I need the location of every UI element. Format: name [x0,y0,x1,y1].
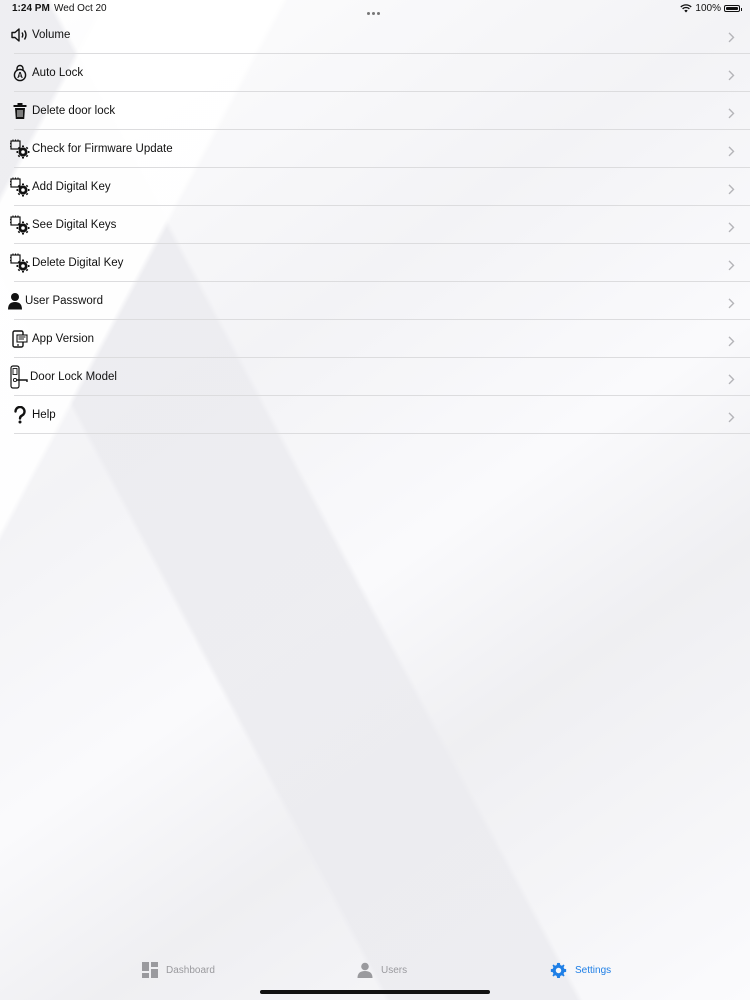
chevron-right-icon [728,184,735,195]
tab-label: Users [381,964,408,976]
settings-item-label: Auto Lock [32,67,84,79]
settings-item-label: Check for Firmware Update [32,143,173,155]
chevron-right-icon [728,222,735,233]
battery-icon [724,5,742,12]
settings-item-label: Volume [32,29,71,41]
device-icon [9,328,31,350]
settings-item-label: Delete Digital Key [32,257,124,269]
settings-item-app-version[interactable]: App Version [0,320,750,358]
gear-chip-icon [9,138,31,160]
trash-icon [9,100,31,122]
tab-settings[interactable]: Settings [550,962,611,979]
tab-label: Settings [575,965,612,976]
settings-item-label: Add Digital Key [32,181,111,193]
tab-label: Dashboard [166,964,215,976]
chevron-right-icon [728,32,735,43]
settings-item-see-digital-keys[interactable]: See Digital Keys [0,206,750,244]
settings-item-user-password[interactable]: User Password [0,282,750,320]
multitasking-dots-icon[interactable] [367,7,383,15]
settings-item-label: User Password [25,295,103,307]
question-icon [9,404,31,426]
gear-chip-icon [9,252,31,274]
door-lock-icon [9,365,29,389]
chevron-right-icon [728,374,735,385]
user-icon [6,290,24,312]
gear-chip-icon [9,214,31,236]
auto-lock-icon: A [9,62,31,84]
chevron-right-icon [728,260,735,271]
wifi-icon [680,4,693,13]
chevron-right-icon [728,108,735,119]
settings-item-label: Door Lock Model [30,371,117,383]
settings-item-label: App Version [32,333,95,345]
settings-item-auto-lock[interactable]: A Auto Lock [0,54,750,92]
gear-chip-icon [9,176,31,198]
settings-item-volume[interactable]: Volume [0,16,750,54]
settings-item-add-digital-key[interactable]: Add Digital Key [0,168,750,206]
settings-list: Volume A Auto Lock Delete door lock Chec… [0,16,750,434]
settings-item-delete-door-lock[interactable]: Delete door lock [0,92,750,130]
svg-text:A: A [17,71,23,80]
gear-icon [550,962,567,978]
settings-item-door-lock-model[interactable]: Door Lock Model [0,358,750,396]
chevron-right-icon [728,298,735,309]
chevron-right-icon [728,70,735,81]
chevron-right-icon [728,146,735,157]
status-date: Wed Oct 20 [54,3,107,14]
status-time: 1:24 PM [12,3,50,14]
dashboard-icon [142,962,158,978]
chevron-right-icon [728,412,735,423]
speaker-icon [9,24,31,46]
settings-item-label: Help [32,409,56,421]
tab-bar: Dashboard Users Settings [0,940,750,1000]
settings-item-firmware-update[interactable]: Check for Firmware Update [0,130,750,168]
battery-percent: 100% [695,3,721,14]
chevron-right-icon [728,336,735,347]
tab-dashboard[interactable]: Dashboard [142,962,215,978]
tab-users[interactable]: Users [357,962,407,978]
settings-item-label: See Digital Keys [32,219,117,231]
user-icon [357,962,373,978]
status-right: 100% [680,3,742,14]
status-bar: 1:24 PM Wed Oct 20 100% [0,0,750,18]
settings-item-help[interactable]: Help [0,396,750,434]
settings-item-delete-digital-key[interactable]: Delete Digital Key [0,244,750,282]
settings-item-label: Delete door lock [32,105,116,117]
